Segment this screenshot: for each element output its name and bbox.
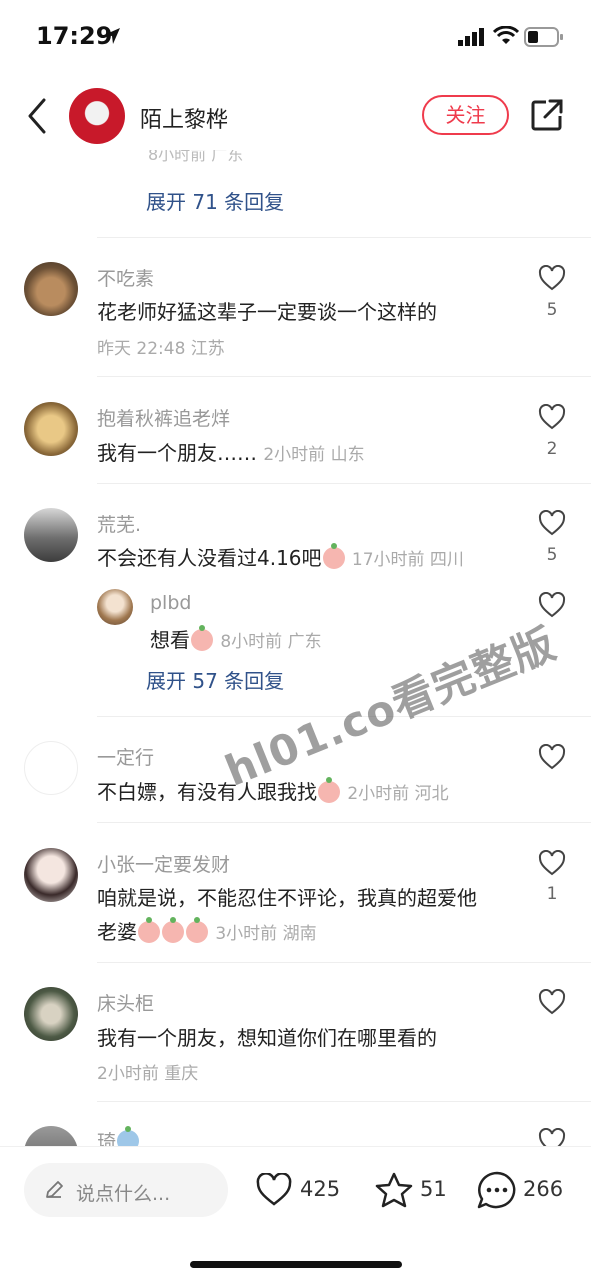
user-avatar[interactable] [24,848,78,902]
author-name[interactable]: 陌上黎桦 [140,102,228,134]
divider [97,237,591,238]
comment-meta: 17小时前 四川 [351,550,464,570]
comment-text[interactable]: 不会还有人没看过4.16吧 [97,546,322,570]
comment-meta: 2小时前 河北 [347,784,449,804]
reply-username[interactable]: plbd [150,592,191,614]
divider [97,1101,591,1102]
comment-username[interactable]: 床头柜 [97,989,154,1016]
like-heart-icon[interactable] [538,265,566,291]
like-heart-icon[interactable] [538,510,566,536]
reply-text[interactable]: 想看 [150,628,190,652]
peach-emoji-icon [318,777,340,803]
like-heart-icon[interactable] [255,1173,293,1207]
share-icon[interactable] [530,98,564,132]
star-icon[interactable] [374,1171,414,1209]
like-heart-icon[interactable] [538,744,566,770]
like-heart-icon[interactable] [538,989,566,1015]
pencil-icon [46,1181,63,1198]
like-count: 5 [546,545,558,565]
comment-username[interactable]: 抱着秋裤追老烊 [97,404,230,431]
post-comment-count: 266 [523,1177,564,1201]
comment-text-line1[interactable]: 咱就是说，不能忍住不评论，我真的超爱他 [97,882,477,911]
user-avatar[interactable] [24,402,78,456]
reply-meta: 8小时前 广东 [220,632,322,652]
follow-button[interactable]: 关注 [422,95,509,135]
comment-username[interactable]: 荒芜. [97,510,141,537]
divider [97,962,591,963]
status-time: 17:29 [36,22,113,50]
comment-meta: 2小时前 重庆 [97,1064,199,1084]
user-avatar[interactable] [24,741,78,795]
comment-text[interactable]: 我有一个朋友，想知道你们在哪里看的 [97,1022,437,1051]
comment-text-line2[interactable]: 老婆 [97,920,137,944]
divider [97,376,591,377]
previous-comment-meta: 8小时前 广东 [148,150,244,162]
bottom-action-bar: 说点什么... 425 51 266 [0,1146,591,1280]
peach-emoji-icon [138,917,160,943]
comment-input[interactable]: 说点什么... [24,1163,228,1217]
like-count: 2 [546,439,558,459]
comment-text[interactable]: 花老师好猛这辈子一定要谈一个这样的 [97,296,437,325]
location-arrow-icon [104,28,120,44]
user-avatar[interactable] [24,262,78,316]
comment-text[interactable]: 我有一个朋友…… [97,441,257,465]
battery-icon [524,27,563,47]
comment-meta: 2小时前 山东 [263,445,365,465]
comment-body: 老婆 3小时前 湖南 [97,916,317,945]
comment-text[interactable]: 不白嫖，有没有人跟我找 [97,780,317,804]
comment-meta: 3小时前 湖南 [215,924,317,944]
user-avatar[interactable] [24,987,78,1041]
divider [97,822,591,823]
post-like-count: 425 [300,1177,341,1201]
comment-meta: 昨天 22:48 江苏 [97,339,225,359]
peach-emoji-icon [186,917,208,943]
divider [97,483,591,484]
user-avatar[interactable] [24,508,78,562]
peach-emoji-icon [322,543,345,569]
like-count: 5 [546,300,558,320]
reply-body: 想看 8小时前 广东 [150,624,322,653]
like-heart-icon[interactable] [538,404,566,430]
peach-emoji-icon [191,625,213,651]
comment-bubble-icon[interactable] [476,1170,518,1210]
comment-username[interactable]: 小张一定要发财 [97,850,230,877]
comment-username[interactable]: 不吃素 [97,264,154,291]
status-bar: 17:29 [0,0,591,72]
comment-body: 我有一个朋友…… 2小时前 山东 [97,437,365,466]
comment-body: 不会还有人没看过4.16吧 17小时前 四川 [97,542,464,571]
wifi-icon [493,26,519,44]
back-arrow-icon[interactable] [22,96,52,136]
like-count: 1 [546,884,558,904]
home-indicator [190,1261,402,1268]
expand-replies-71[interactable]: 展开 71 条回复 [146,186,284,215]
expand-replies-57[interactable]: 展开 57 条回复 [146,665,284,694]
comment-username[interactable]: 一定行 [97,743,154,770]
reply-user-avatar[interactable] [97,589,133,625]
cellular-signal-icon [458,28,484,46]
comment-input-placeholder: 说点什么... [76,1183,171,1205]
like-heart-icon[interactable] [538,850,566,876]
peach-emoji-icon [162,917,184,943]
author-avatar[interactable] [69,88,125,144]
post-star-count: 51 [420,1177,447,1201]
